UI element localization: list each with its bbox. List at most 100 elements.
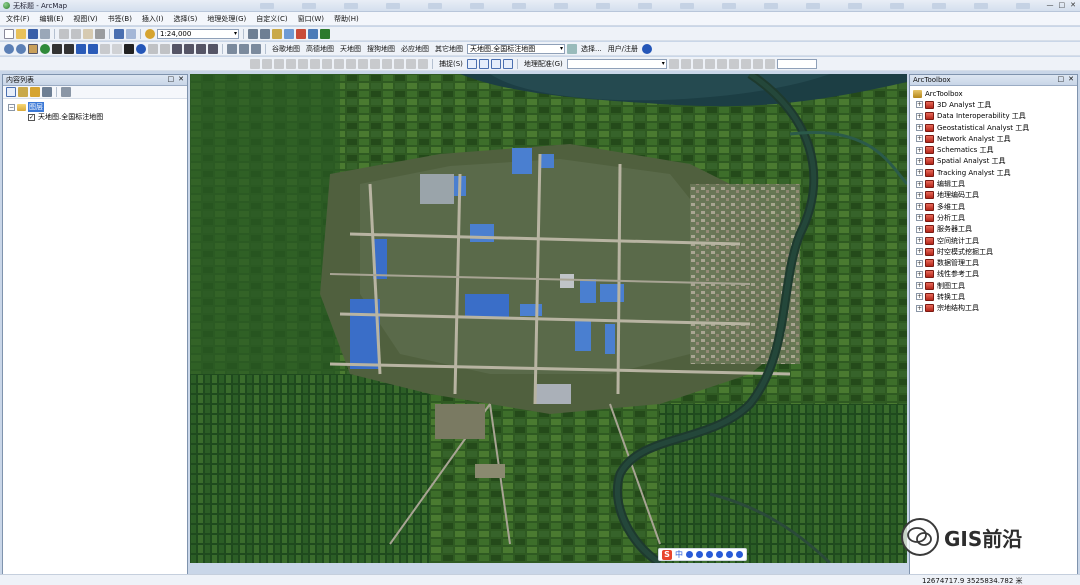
georef-rotate-icon[interactable] xyxy=(668,58,679,69)
ime-lang-toggle[interactable]: 中 xyxy=(675,549,683,560)
expand-icon[interactable]: + xyxy=(916,203,923,211)
select-features-icon[interactable] xyxy=(100,43,110,54)
attributes-icon[interactable] xyxy=(334,58,344,69)
ime-voice-icon[interactable] xyxy=(706,551,713,558)
zoom-in-icon[interactable] xyxy=(4,43,14,54)
back-extent-icon[interactable] xyxy=(76,43,86,54)
save-icon[interactable] xyxy=(28,28,38,39)
basemap-tianditu-menu[interactable]: 天地图 xyxy=(338,44,363,54)
print-icon[interactable] xyxy=(40,28,50,39)
toolbox-item[interactable]: + 分析工具 xyxy=(913,212,1077,223)
expand-icon[interactable]: + xyxy=(916,237,923,244)
toolbox-item[interactable]: + 线性参考工具 xyxy=(913,269,1077,280)
ime-skin-icon[interactable] xyxy=(726,551,733,558)
expand-icon[interactable]: + xyxy=(916,304,923,312)
georef-scale-icon[interactable] xyxy=(692,58,703,69)
close-button[interactable]: ✕ xyxy=(1070,1,1076,9)
arctoolbox-icon[interactable] xyxy=(296,28,306,39)
viewer-icon[interactable] xyxy=(728,58,739,69)
toc-options-icon[interactable] xyxy=(61,87,71,97)
transparency-input[interactable] xyxy=(776,58,817,69)
toolbox-item[interactable]: + 服务器工具 xyxy=(913,224,1077,235)
open-folder-icon[interactable] xyxy=(16,28,26,39)
toolbox-item[interactable]: +3D Analyst 工具 xyxy=(913,99,1077,110)
georeferencing-menu[interactable]: 地理配准(G) xyxy=(522,59,565,69)
editor-toolbar-icon[interactable] xyxy=(248,28,258,39)
search-window-icon[interactable] xyxy=(284,28,294,39)
contrast-icon[interactable] xyxy=(752,58,763,69)
expand-icon[interactable]: + xyxy=(916,146,923,154)
undo-icon[interactable] xyxy=(114,28,124,39)
expand-icon[interactable]: + xyxy=(916,112,923,120)
expand-icon[interactable]: + xyxy=(916,135,923,143)
toolbox-item[interactable]: + Schematics 工具 xyxy=(913,144,1077,155)
list-by-source-icon[interactable] xyxy=(18,87,28,97)
python-window-icon[interactable] xyxy=(308,28,318,39)
toolbox-item[interactable]: + 编辑工具 xyxy=(913,178,1077,189)
viewer-window-icon[interactable] xyxy=(227,43,237,54)
basemap-select[interactable]: 天地图.全国标注地图 ▾ xyxy=(467,43,565,54)
toc-close-icon[interactable]: ✕ xyxy=(178,75,184,83)
ime-emoji-icon[interactable] xyxy=(696,551,703,558)
list-by-selection-icon[interactable] xyxy=(42,87,52,97)
point-snap-icon[interactable] xyxy=(466,58,477,69)
layer-visibility-checkbox[interactable]: ✓ xyxy=(28,113,35,121)
topology-icon[interactable] xyxy=(370,58,380,69)
info-icon[interactable] xyxy=(642,43,653,54)
toolbox-item[interactable]: + 时空模式挖掘工具 xyxy=(913,246,1077,257)
sketch-properties-icon[interactable] xyxy=(346,58,356,69)
menu-file[interactable]: 文件(F) xyxy=(6,14,30,24)
layer-name[interactable]: 天地图.全国标注地图 xyxy=(38,112,103,122)
menu-edit[interactable]: 编辑(E) xyxy=(40,14,64,24)
expand-icon[interactable]: + xyxy=(916,225,923,233)
basemap-gaode-menu[interactable]: 高德地图 xyxy=(304,44,336,54)
expand-icon[interactable]: + xyxy=(916,282,923,290)
paste-icon[interactable] xyxy=(83,28,93,39)
expand-icon[interactable]: + xyxy=(916,293,923,301)
georef-layer-combo[interactable]: ▾ xyxy=(566,58,667,69)
fix-tool-icon[interactable] xyxy=(406,58,416,69)
fixed-zoom-in-icon[interactable] xyxy=(52,43,62,54)
html-popup-icon[interactable] xyxy=(160,43,170,54)
toc-window-icon[interactable] xyxy=(260,28,270,39)
sogou-logo-icon[interactable]: S xyxy=(662,549,672,560)
overview-icon[interactable] xyxy=(251,43,261,54)
toolbox-item[interactable]: + 制图工具 xyxy=(913,280,1077,291)
menu-geoprocessing[interactable]: 地理处理(G) xyxy=(207,14,246,24)
expand-icon[interactable]: + xyxy=(916,101,923,109)
toolbox-item[interactable]: + Network Analyst 工具 xyxy=(913,133,1077,144)
copy-icon[interactable] xyxy=(71,28,81,39)
link-table-icon[interactable] xyxy=(716,58,727,69)
hyperlink-icon[interactable] xyxy=(148,43,158,54)
list-by-drawing-order-icon[interactable] xyxy=(6,87,16,97)
select-elements-icon[interactable] xyxy=(124,43,134,54)
menu-help[interactable]: 帮助(H) xyxy=(334,14,359,24)
cut-polygon-icon[interactable] xyxy=(322,58,332,69)
expand-icon[interactable]: + xyxy=(916,248,923,256)
expand-icon[interactable]: + xyxy=(916,259,923,267)
measure-icon[interactable] xyxy=(172,43,182,54)
delete-icon[interactable] xyxy=(95,28,105,39)
user-register-menu[interactable]: 用户/注册 xyxy=(606,44,640,54)
add-control-points-icon[interactable] xyxy=(704,58,715,69)
scale-tool-icon[interactable] xyxy=(286,58,296,69)
toolbox-item[interactable]: + Data Interoperability 工具 xyxy=(913,111,1077,122)
expand-icon[interactable]: + xyxy=(916,191,923,199)
collapse-icon[interactable]: − xyxy=(8,103,15,111)
list-by-visibility-icon[interactable] xyxy=(30,87,40,97)
magnifier-icon[interactable] xyxy=(239,43,249,54)
edge-snap-icon[interactable] xyxy=(502,58,513,69)
menu-insert[interactable]: 插入(I) xyxy=(142,14,164,24)
toolbox-item[interactable]: + 多维工具 xyxy=(913,201,1077,212)
rotate-tool-icon[interactable] xyxy=(274,58,284,69)
find-icon[interactable] xyxy=(184,43,194,54)
expand-icon[interactable]: + xyxy=(916,124,923,132)
new-document-icon[interactable] xyxy=(4,28,14,39)
brightness-icon[interactable] xyxy=(764,58,775,69)
layers-label[interactable]: 图层 xyxy=(28,102,44,112)
toolbox-item[interactable]: + 宗地结构工具 xyxy=(913,303,1077,314)
end-snap-icon[interactable] xyxy=(478,58,489,69)
modelbuilder-icon[interactable] xyxy=(320,28,330,39)
error-inspector-icon[interactable] xyxy=(394,58,404,69)
refresh-icon[interactable] xyxy=(567,43,577,54)
